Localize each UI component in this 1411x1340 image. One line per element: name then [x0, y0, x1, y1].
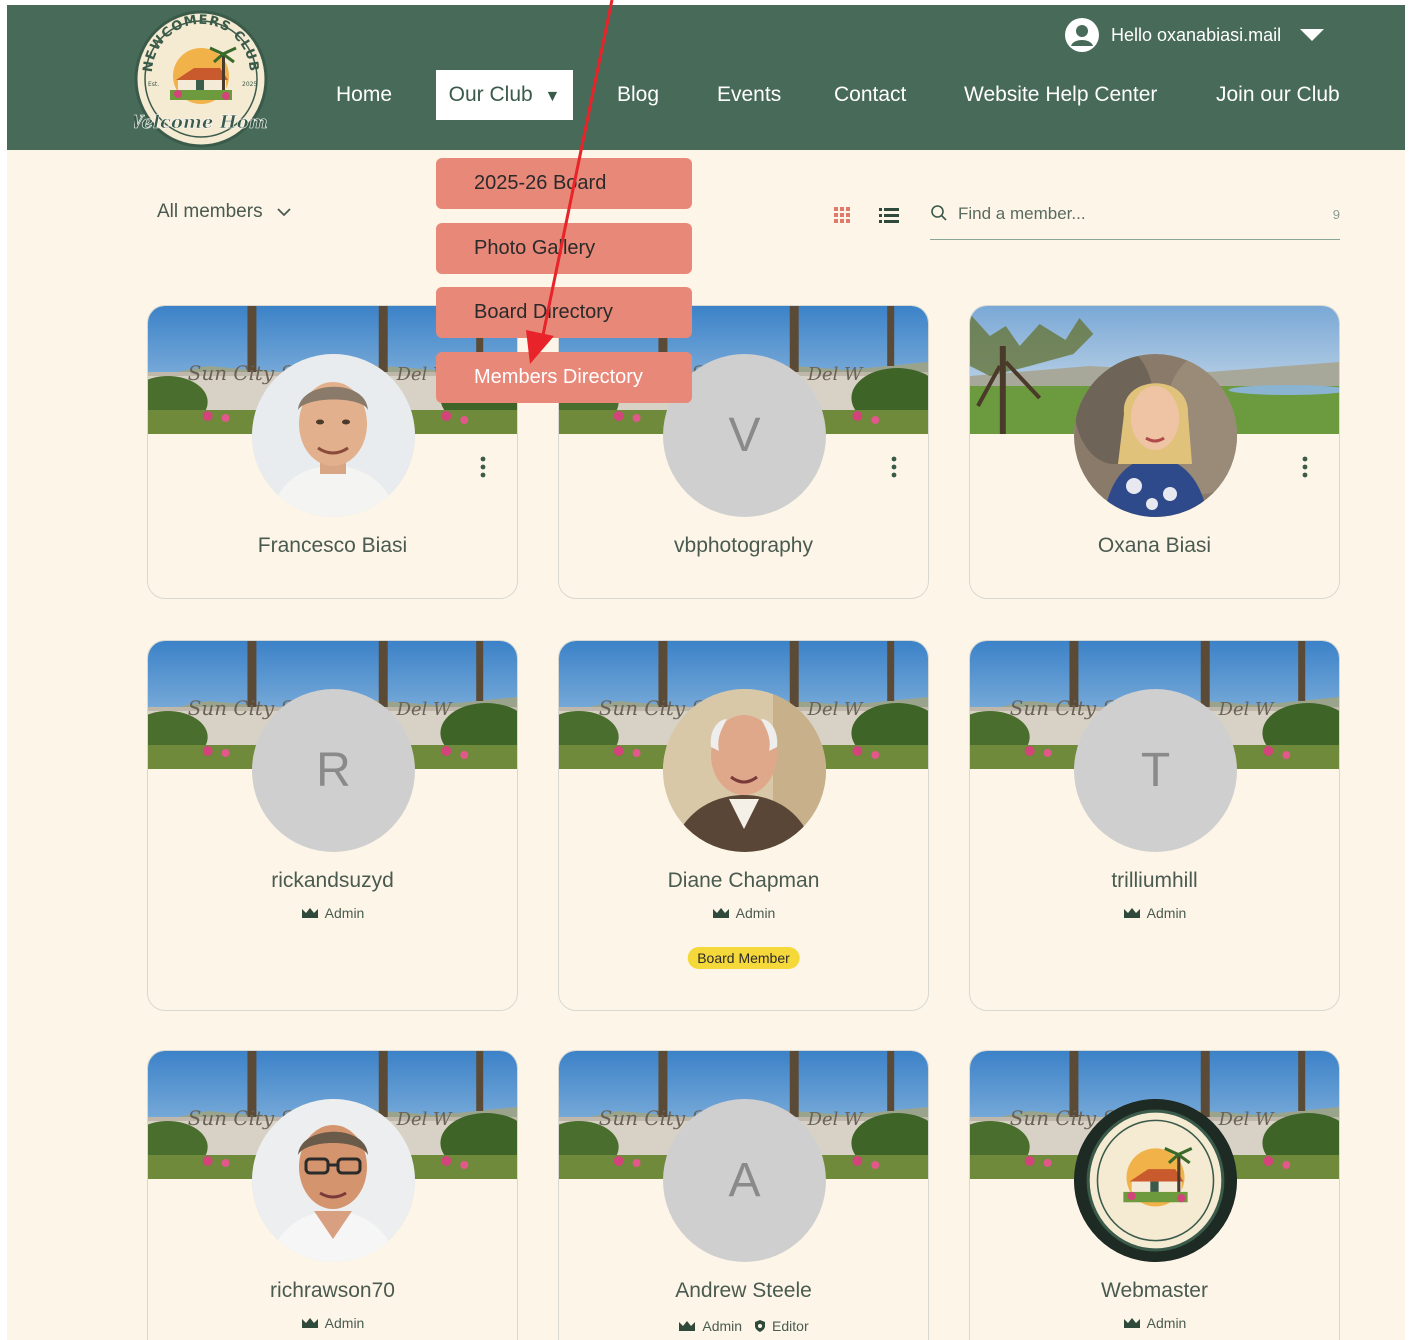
crown-icon — [301, 908, 318, 918]
avatar[interactable]: R — [252, 689, 415, 852]
nav-join-our-club[interactable]: Join our Club — [1216, 83, 1340, 107]
search-icon — [931, 205, 947, 221]
search-input[interactable] — [958, 200, 1288, 228]
member-roles: Admin — [970, 905, 1339, 921]
user-avatar-icon — [1065, 18, 1099, 52]
nav-our-club[interactable]: Our Club ▼ — [436, 70, 573, 120]
role-admin: Admin — [1123, 1315, 1186, 1331]
filter-label: All members — [157, 201, 263, 222]
nav-contact[interactable]: Contact — [834, 83, 906, 107]
nav-home[interactable]: Home — [336, 83, 392, 107]
member-name[interactable]: Oxana Biasi — [970, 534, 1339, 558]
member-roles: Admin — [148, 905, 517, 921]
svg-text:2025: 2025 — [242, 81, 257, 88]
nav-blog[interactable]: Blog — [617, 83, 659, 107]
role-admin: Admin — [1123, 905, 1186, 921]
dropdown-item-board-directory[interactable]: Board Directory — [436, 287, 692, 338]
avatar[interactable]: T — [1074, 689, 1237, 852]
avatar[interactable] — [1074, 1099, 1237, 1262]
crown-icon — [1123, 908, 1140, 918]
member-name[interactable]: trilliumhill — [970, 869, 1339, 893]
chevron-down-icon — [276, 208, 291, 217]
member-name[interactable]: richrawson70 — [148, 1279, 517, 1303]
role-editor: Editor — [754, 1318, 809, 1334]
dropdown-item-members-directory[interactable]: Members Directory — [436, 352, 692, 403]
svg-text:Est.: Est. — [148, 81, 159, 88]
member-card[interactable]: R rickandsuzyd Admin — [147, 640, 518, 1011]
members-filter-dropdown[interactable]: All members — [157, 201, 291, 223]
member-name[interactable]: Andrew Steele — [559, 1279, 928, 1303]
member-card[interactable]: Diane Chapman Admin Board Member — [558, 640, 929, 1011]
grid-view-icon[interactable] — [832, 205, 852, 225]
shield-icon — [755, 1320, 766, 1332]
member-count: 9 — [1332, 207, 1340, 222]
avatar[interactable]: A — [663, 1099, 826, 1262]
member-name[interactable]: Webmaster — [970, 1279, 1339, 1303]
avatar-initial: R — [316, 744, 351, 797]
member-card[interactable]: T trilliumhill Admin — [969, 640, 1340, 1011]
member-name[interactable]: Diane Chapman — [559, 869, 928, 893]
crown-icon — [301, 1318, 318, 1328]
avatar[interactable] — [252, 1099, 415, 1262]
more-options-icon[interactable] — [479, 456, 487, 478]
role-admin: Admin — [301, 1315, 364, 1331]
club-logo[interactable]: NEWCOMERS CLUB Est. 2025 Welcome Home — [123, 10, 279, 148]
member-card[interactable]: A Andrew Steele Admin Editor — [558, 1050, 929, 1340]
crown-icon — [1123, 1318, 1140, 1328]
chevron-down-icon[interactable] — [1299, 28, 1325, 42]
member-roles: Admin — [970, 1315, 1339, 1331]
more-options-icon[interactable] — [890, 456, 898, 478]
avatar-initial: T — [1140, 744, 1171, 797]
member-roles: Admin — [148, 1315, 517, 1331]
page: NEWCOMERS CLUB Est. 2025 Welcome Home He… — [7, 5, 1405, 1340]
crown-icon — [679, 1321, 696, 1331]
member-roles: Admin — [559, 905, 928, 921]
user-menu[interactable]: Hello oxanabiasi.mail — [1065, 15, 1325, 55]
caret-down-icon: ▼ — [544, 88, 561, 105]
top-navigation-bar: NEWCOMERS CLUB Est. 2025 Welcome Home He… — [7, 5, 1405, 150]
board-member-badge: Board Member — [687, 947, 800, 969]
role-admin: Admin — [712, 905, 775, 921]
dropdown-item-2025-26-board[interactable]: 2025-26 Board — [436, 158, 692, 209]
nav-our-club-label: Our Club — [448, 83, 533, 106]
role-admin: Admin — [678, 1318, 742, 1334]
avatar[interactable] — [663, 689, 826, 852]
user-greeting: Hello oxanabiasi.mail — [1111, 24, 1282, 45]
member-card[interactable]: Oxana Biasi — [969, 305, 1340, 599]
member-search: 9 — [930, 195, 1340, 240]
crown-icon — [712, 908, 729, 918]
member-card[interactable]: Webmaster Admin — [969, 1050, 1340, 1340]
nav-website-help-center[interactable]: Website Help Center — [964, 83, 1157, 107]
avatar[interactable] — [252, 354, 415, 517]
member-card[interactable]: richrawson70 Admin — [147, 1050, 518, 1340]
role-admin: Admin — [301, 905, 364, 921]
member-name[interactable]: Francesco Biasi — [148, 534, 517, 558]
member-name[interactable]: rickandsuzyd — [148, 869, 517, 893]
avatar[interactable] — [1074, 354, 1237, 517]
avatar-initial: A — [728, 1154, 761, 1207]
svg-text:Welcome Home: Welcome Home — [134, 112, 268, 133]
more-options-icon[interactable] — [1301, 456, 1309, 478]
member-roles: Admin Editor — [559, 1318, 928, 1334]
member-card[interactable]: V vbphotography — [558, 305, 929, 599]
nav-events[interactable]: Events — [717, 83, 781, 107]
member-card[interactable]: Francesco Biasi — [147, 305, 518, 599]
list-view-icon[interactable] — [878, 205, 900, 225]
dropdown-item-photo-gallery[interactable]: Photo Gallery — [436, 223, 692, 274]
member-name[interactable]: vbphotography — [559, 534, 928, 558]
